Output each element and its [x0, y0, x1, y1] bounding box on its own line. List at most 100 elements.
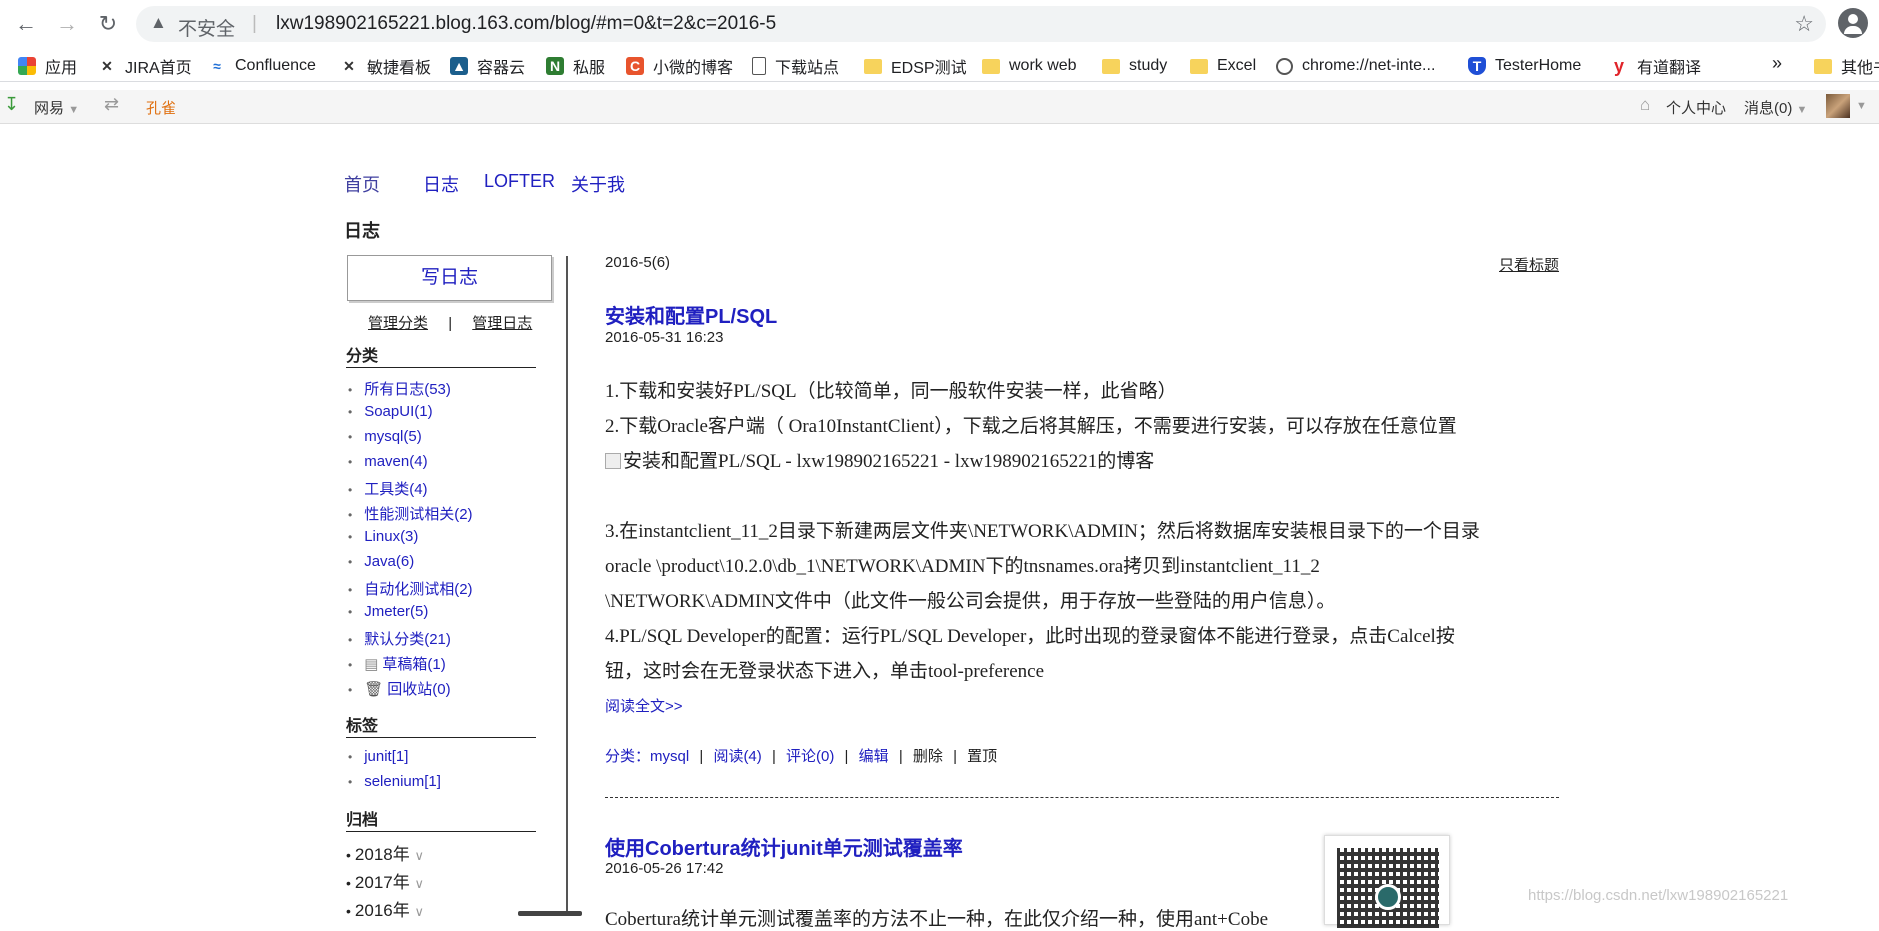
bullet: •	[348, 555, 353, 569]
bookmarks-overflow-chevron[interactable]: »	[1772, 53, 1782, 74]
broken-image-icon	[605, 453, 621, 469]
bookmark-testerhome[interactable]: T TesterHome	[1468, 55, 1581, 77]
category-rule	[346, 367, 536, 368]
bookmark-kanban[interactable]: ✕ 敏捷看板	[340, 55, 431, 77]
category-list: • 所有日志(53) • SoapUI(1) • mysql(5) • maven(4)…	[348, 378, 473, 703]
bookmark-jira-home[interactable]: ✕ JIRA首页	[98, 55, 192, 77]
category-item[interactable]: • SoapUI(1)	[348, 403, 473, 428]
caret-down-icon[interactable]: ▼	[1856, 100, 1867, 112]
messages-menu[interactable]: 消息(0) ▼	[1744, 97, 1807, 118]
post-text-line: 钮，这时会在无登录状态下进入，单击tool-preference	[605, 661, 1045, 682]
bullet: •	[348, 530, 353, 544]
home-icon[interactable]: ⌂	[1640, 95, 1650, 115]
address-bar[interactable]: ▲ 不安全 | lxw198902165221.blog.163.com/blo…	[136, 6, 1826, 42]
category-item[interactable]: • 默认分类(21)	[348, 628, 473, 653]
post-text-line: \NETWORK\ADMIN文件中（此文件一般公司会提供，用于存放一些登陆的用户…	[605, 591, 1336, 612]
bullet: •	[348, 775, 353, 789]
tag-item[interactable]: • junit[1]	[348, 748, 441, 773]
post-title[interactable]: 安装和配置PL/SQL	[605, 300, 777, 329]
download-arrow-icon[interactable]: ↧	[4, 94, 19, 115]
nav-home[interactable]: 首页	[344, 171, 380, 197]
tag-item[interactable]: • selenium[1]	[348, 773, 441, 798]
tags-rule	[346, 737, 536, 738]
meta-sep: |	[898, 748, 903, 765]
bookmark-chrome-net[interactable]: chrome://net-inte...	[1276, 55, 1435, 77]
reload-icon[interactable]: ↻	[94, 12, 122, 36]
bookmark-youdao[interactable]: y 有道翻译	[1610, 55, 1701, 77]
bookmark-container-cloud[interactable]: ▲ 容器云	[450, 55, 525, 77]
archive-year-2018[interactable]: • 2018年 ∨	[346, 840, 424, 868]
netease-toolbar: ↧ 网易 ▼ ⇄ 孔雀 ⌂ 个人中心 消息(0) ▼ ▼	[0, 90, 1879, 124]
category-item[interactable]: • 自动化测试相(2)	[348, 578, 473, 603]
bookmark-label: 容器云	[477, 60, 526, 77]
nav-log[interactable]: 日志	[423, 171, 459, 197]
meta-reads-link[interactable]: 阅读(4)	[713, 748, 761, 765]
meta-comments-link[interactable]: 评论(0)	[786, 748, 834, 765]
profile-avatar-icon[interactable]	[1838, 8, 1868, 38]
write-log-button[interactable]: 写日志	[347, 255, 552, 301]
bookmark-nexus[interactable]: N 私服	[546, 55, 605, 77]
bullet: •	[348, 633, 353, 647]
post-meta: 分类：mysql | 阅读(4) | 评论(0) | 编辑 | 删除 | 置顶	[605, 745, 997, 766]
meta-edit-link[interactable]: 编辑	[859, 748, 889, 765]
kongque-link[interactable]: 孔雀	[146, 97, 176, 118]
meta-category-link[interactable]: mysql	[650, 748, 689, 765]
category-item-trash[interactable]: • 🗑 回收站(0)	[348, 678, 473, 703]
folder-icon	[1814, 58, 1832, 74]
bookmark-other[interactable]: 其他书	[1814, 55, 1879, 77]
bookmark-edsp[interactable]: EDSP测试	[864, 55, 967, 77]
personal-center-link[interactable]: 个人中心	[1666, 97, 1726, 118]
horizontal-scrollbar[interactable]	[518, 911, 582, 916]
drafts-icon: ▤	[364, 656, 379, 673]
netease-menu[interactable]: 网易 ▼	[34, 97, 79, 118]
titles-only-link[interactable]: 只看标题	[1499, 254, 1559, 275]
user-avatar[interactable]	[1826, 94, 1850, 118]
page-title: 日志	[344, 221, 380, 241]
meta-delete-link[interactable]: 删除	[913, 748, 943, 765]
category-item[interactable]: • 所有日志(53)	[348, 378, 473, 403]
qr-code	[1324, 835, 1450, 928]
bookmark-apps[interactable]: 应用	[18, 55, 77, 77]
insecure-label[interactable]: 不安全	[178, 14, 235, 41]
category-item[interactable]: • Jmeter(5)	[348, 603, 473, 628]
category-label: 工具类(4)	[364, 481, 428, 498]
category-item[interactable]: • 性能测试相关(2)	[348, 503, 473, 528]
bookmark-download-sites[interactable]: 下载站点	[752, 55, 839, 77]
category-item[interactable]: • Linux(3)	[348, 528, 473, 553]
archive-year-2017[interactable]: • 2017年 ∨	[346, 868, 424, 896]
bullet: •	[348, 583, 353, 597]
archive-year-2016[interactable]: • 2016年 ∨	[346, 896, 424, 924]
bookmark-confluence[interactable]: ≈ Confluence	[208, 55, 316, 77]
tag-label: junit[1]	[364, 748, 409, 765]
bookmark-work-web[interactable]: work web	[982, 55, 1077, 77]
warning-triangle-icon[interactable]: ▲	[150, 13, 167, 33]
back-arrow-icon[interactable]: ←	[12, 12, 40, 36]
category-item[interactable]: • maven(4)	[348, 453, 473, 478]
manage-links: 管理分类 | 管理日志	[368, 312, 532, 333]
manage-category-link[interactable]: 管理分类	[368, 315, 428, 332]
bookmark-study[interactable]: study	[1102, 55, 1167, 77]
bookmark-label: 有道翻译	[1637, 60, 1702, 77]
nav-lofter[interactable]: LOFTER	[484, 171, 555, 192]
bullet: •	[346, 847, 351, 863]
category-item[interactable]: • Java(6)	[348, 553, 473, 578]
url-text[interactable]: lxw198902165221.blog.163.com/blog/#m=0&t…	[276, 13, 776, 35]
category-item-drafts[interactable]: • ▤ 草稿箱(1)	[348, 653, 473, 678]
manage-log-link[interactable]: 管理日志	[472, 315, 532, 332]
bookmark-excel[interactable]: Excel	[1190, 55, 1256, 77]
meta-sep: |	[771, 748, 776, 765]
read-more-link[interactable]: 阅读全文>>	[605, 695, 683, 716]
bullet: •	[348, 683, 353, 697]
post-title[interactable]: 使用Cobertura统计junit单元测试覆盖率	[605, 832, 963, 861]
bookmark-star-icon[interactable]: ☆	[1794, 11, 1814, 37]
shuffle-icon[interactable]: ⇄	[104, 94, 119, 115]
category-label: 自动化测试相(2)	[364, 581, 473, 598]
bookmark-xiaowei-blog[interactable]: C 小微的博客	[626, 55, 733, 77]
chevron-down-icon: ∨	[414, 876, 424, 891]
bookmark-label: work web	[1009, 57, 1077, 74]
nav-about[interactable]: 关于我	[571, 171, 625, 197]
category-item[interactable]: • mysql(5)	[348, 428, 473, 453]
forward-arrow-icon[interactable]: →	[53, 12, 81, 36]
meta-pin-link[interactable]: 置顶	[967, 748, 997, 765]
category-item[interactable]: • 工具类(4)	[348, 478, 473, 503]
